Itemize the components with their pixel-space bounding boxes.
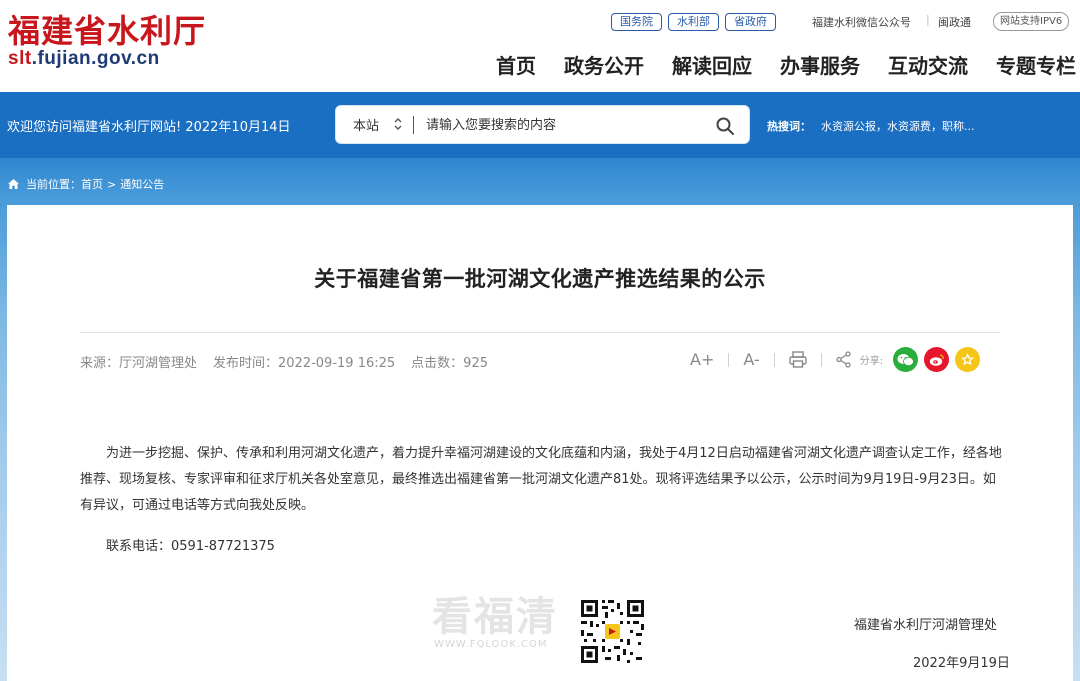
main-nav: 首页 政务公开 解读回应 办事服务 互动交流 专题专栏 xyxy=(482,50,1080,79)
contact-phone: 联系电话：0591-87721375 xyxy=(106,539,275,554)
nav-interpretation[interactable]: 解读回应 xyxy=(658,50,766,79)
article-tools: A+ A- 分享: xyxy=(690,347,981,372)
signature-org: 福建省水利厅河湖管理处 xyxy=(854,618,998,633)
title-divider xyxy=(80,332,1000,333)
top-links: 国务院 水利部 省政府 xyxy=(611,13,776,31)
wechat-share-icon[interactable] xyxy=(893,347,919,372)
article-title: 关于福建省第一批河湖文化遗产推选结果的公示 xyxy=(314,267,766,291)
search-divider xyxy=(413,116,414,134)
nav-home[interactable]: 首页 xyxy=(482,50,550,79)
nav-interaction[interactable]: 互动交流 xyxy=(874,50,982,79)
watermark-logo: 看福清 WWW.FQLOOK.COM xyxy=(432,594,572,656)
article-clicks: 点击数：925 xyxy=(411,356,488,371)
link-shengzhengfu[interactable]: 省政府 xyxy=(725,13,776,31)
nav-topics[interactable]: 专题专栏 xyxy=(982,50,1080,79)
watermark-url: WWW.FQLOOK.COM xyxy=(434,639,548,650)
breadcrumb-separator: > xyxy=(107,177,117,191)
watermark-text: 看福清 xyxy=(432,593,558,640)
article-body: 为进一步挖掘、保护、传承和利用河湖文化遗产，着力提升幸福河湖建设的文化底蕴和内涵… xyxy=(80,446,1002,513)
article-card: 关于福建省第一批河湖文化遗产推选结果的公示 来源：厅河湖管理处 发布时间：202… xyxy=(7,205,1073,681)
hot-search-label: 热搜词： xyxy=(767,120,811,133)
search-scope-select[interactable]: 本站 xyxy=(336,106,414,143)
nav-services[interactable]: 办事服务 xyxy=(766,50,874,79)
breadcrumb-home[interactable]: 首页 xyxy=(81,176,103,192)
search-band: 欢迎您访问福建省水利厅网站! 2022年10月14日 本站 热搜词： 水资源公报… xyxy=(0,92,1080,158)
qzone-share-icon[interactable] xyxy=(955,347,981,372)
wechat-account-link[interactable]: 福建水利微信公众号 xyxy=(812,14,911,30)
ipv6-badge: 网站支持IPV6 xyxy=(993,12,1070,31)
wechat-icon xyxy=(897,353,915,366)
weibo-icon xyxy=(929,353,944,366)
font-increase-button[interactable]: A+ xyxy=(690,350,714,369)
share-label: 分享: xyxy=(859,356,884,367)
qr-code xyxy=(578,597,647,666)
breadcrumb-label: 当前位置： xyxy=(26,178,81,191)
link-guowuyuan[interactable]: 国务院 xyxy=(611,13,662,31)
site-logo[interactable]: 福建省水利厅 xyxy=(8,6,206,52)
link-shuilibu[interactable]: 水利部 xyxy=(668,13,719,31)
site-url-prefix: slt xyxy=(8,48,32,69)
signature-date: 2022年9月19日 xyxy=(913,656,1010,671)
tool-divider xyxy=(773,352,775,367)
site-url-suffix: .fujian.gov.cn xyxy=(31,48,160,69)
hot-search-links[interactable]: 水资源公报，水资源费，职称... xyxy=(821,120,975,133)
print-icon[interactable] xyxy=(789,351,807,368)
updown-arrow-icon xyxy=(394,118,402,130)
breadcrumb: 当前位置： 首页 > 通知公告 xyxy=(7,176,164,192)
article-source: 来源：厅河湖管理处 xyxy=(80,356,198,371)
tool-divider xyxy=(728,352,730,367)
breadcrumb-section[interactable]: 通知公告 xyxy=(120,176,164,192)
weibo-share-icon[interactable] xyxy=(924,347,950,372)
font-decrease-button[interactable]: A- xyxy=(743,350,759,369)
search-box: 本站 xyxy=(335,105,750,144)
link-separator: | xyxy=(926,13,930,26)
star-icon xyxy=(961,353,975,366)
welcome-text: 欢迎您访问福建省水利厅网站! 2022年10月14日 xyxy=(7,120,291,135)
share-icon[interactable] xyxy=(836,351,852,368)
search-input[interactable] xyxy=(426,114,696,136)
home-icon xyxy=(8,179,19,189)
search-icon[interactable] xyxy=(715,116,735,136)
article-meta: 来源：厅河湖管理处 发布时间：2022-09-19 16:25 点击数：925 xyxy=(80,352,488,371)
mzt-link[interactable]: 闽政通 xyxy=(938,14,971,30)
tool-divider xyxy=(820,352,822,367)
article-publish-time: 发布时间：2022-09-19 16:25 xyxy=(213,356,396,371)
site-url: slt.fujian.gov.cn xyxy=(8,48,160,70)
nav-gov-affairs[interactable]: 政务公开 xyxy=(550,50,658,79)
site-header: 福建省水利厅 slt.fujian.gov.cn 国务院 水利部 省政府 福建水… xyxy=(0,0,1080,92)
search-scope-label: 本站 xyxy=(353,119,380,134)
hot-search-items: 水资源公报，水资源费，职称... xyxy=(821,118,975,134)
